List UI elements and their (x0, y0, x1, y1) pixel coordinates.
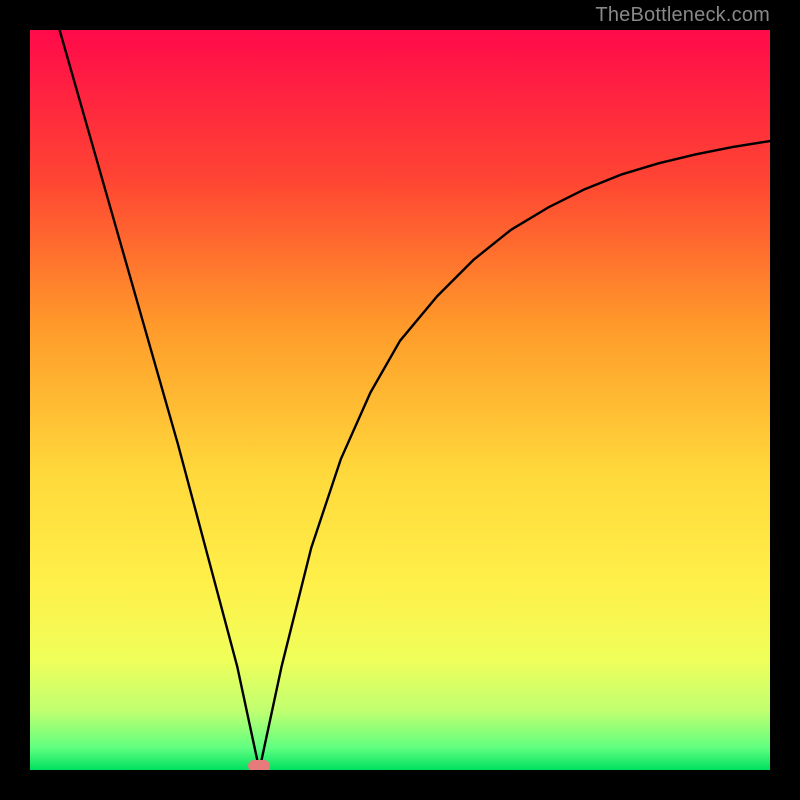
optimum-marker (248, 760, 270, 770)
chart-frame: TheBottleneck.com (0, 0, 800, 800)
plot-area (30, 30, 770, 770)
bottleneck-curve (30, 30, 770, 770)
watermark-text: TheBottleneck.com (595, 4, 770, 27)
